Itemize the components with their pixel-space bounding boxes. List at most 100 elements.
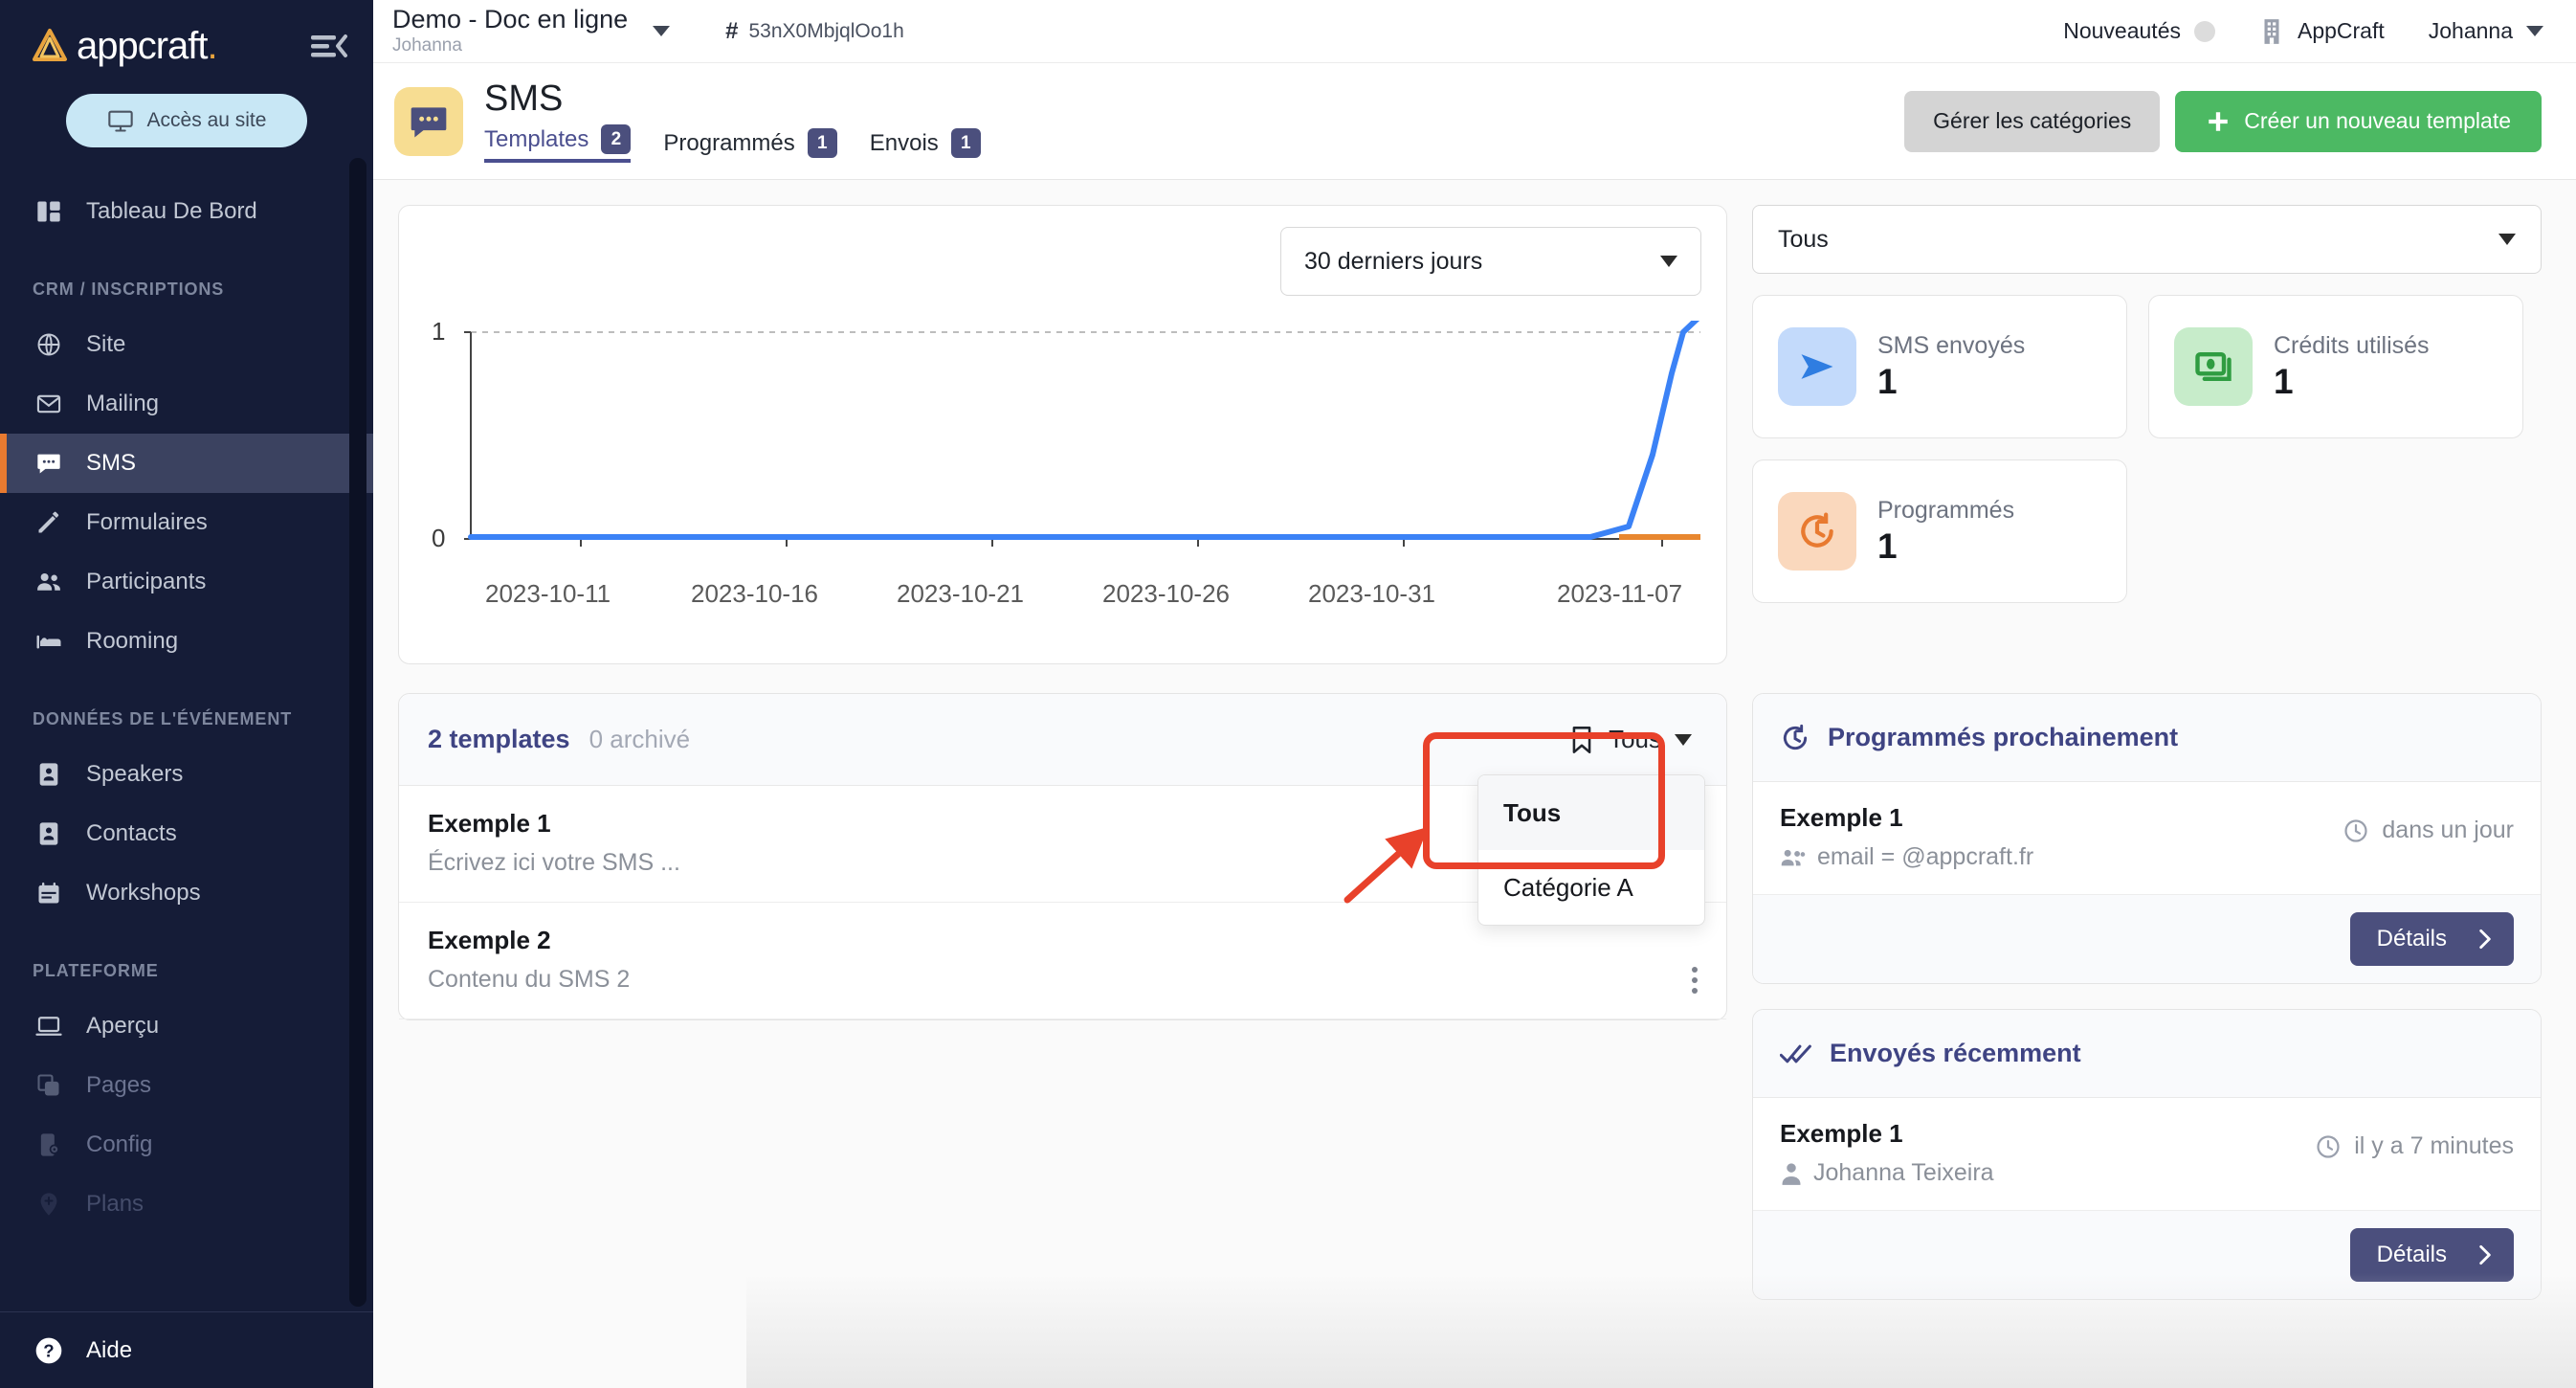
chevron-down-icon [2498,234,2516,245]
templates-category-filter[interactable]: Tous [1568,725,1698,754]
people-icon [1781,849,1806,865]
sidebar-item-workshops[interactable]: Workshops [0,863,373,923]
stat-value: 1 [1877,361,1898,401]
contact-card-icon [33,820,65,847]
building-icon [2264,18,2279,44]
sidebar-label: Formulaires [86,509,208,535]
sidebar-item-formulaires[interactable]: Formulaires [0,493,373,552]
scheduled-item-audience: email = @appcraft.fr [1780,843,2033,871]
chevron-down-icon [1675,733,1692,746]
details-label: Détails [2376,926,2447,951]
category-filter-select[interactable]: Tous [1752,205,2542,274]
tab-count-badge: 1 [807,128,837,159]
collapse-sidebar-icon[interactable] [310,33,348,59]
sent-panel-title: Envoyés récemment [1830,1039,2081,1067]
chevron-right-icon [2479,929,2491,950]
map-pin-icon [33,1191,65,1218]
sent-item-time: il y a 7 minutes [2315,1119,2514,1160]
sidebar-item-config[interactable]: Config [0,1115,373,1175]
topbar-right: Nouveautés AppCraft Johanna [2063,17,2543,46]
clock-icon [2344,818,2367,842]
category-dropdown-menu: Tous Catégorie A [1477,774,1705,926]
tab-envois[interactable]: Envois 1 [870,128,981,163]
x-tick-2: 2023-10-21 [897,579,1024,608]
sent-item-text: Exemple 1 Johanna Teixeira [1780,1119,1994,1187]
person-icon [1782,1162,1801,1185]
people-icon [33,568,65,596]
dropdown-option-categorie-a[interactable]: Catégorie A [1478,850,1704,925]
sidebar: appcraft. Accès au site Tableau De Bord … [0,0,373,1388]
topbar: Demo - Doc en ligne Johanna # 53nX0Mbjql… [373,0,2576,63]
template-more-options-icon[interactable] [1692,967,1698,994]
appcraft-triangle-icon [33,29,67,61]
sidebar-section-event-data: DONNÉES DE L'ÉVÉNEMENT [33,709,293,728]
scheduled-panel: Programmés prochainement Exemple 1 email… [1752,693,2542,984]
category-filter-value: Tous [1778,225,1829,253]
globe-icon [33,331,65,358]
x-tick-1: 2023-10-16 [691,579,818,608]
appcraft-logo[interactable]: appcraft. [29,25,218,67]
organization-button[interactable]: AppCraft [2259,17,2385,46]
event-id: # 53nX0MbjqlOo1h [725,18,904,45]
sidebar-item-speakers[interactable]: Speakers [0,745,373,804]
stat-text: Crédits utilisés 1 [2274,332,2430,402]
sidebar-label: SMS [86,450,137,476]
sidebar-item-tableau-de-bord[interactable]: Tableau De Bord [0,182,373,241]
sidebar-item-participants[interactable]: Participants [0,552,373,612]
stat-text: Programmés 1 [1877,497,2014,567]
tab-templates[interactable]: Templates 2 [484,124,632,164]
sidebar-label: Aide [86,1336,133,1363]
manage-categories-button[interactable]: Gérer les catégories [1904,90,2161,152]
scheduled-details-button[interactable]: Détails [2349,912,2514,966]
news-indicator-dot [2193,20,2215,42]
send-icon [1778,327,1856,406]
sidebar-item-aide[interactable]: ? Aide [0,1311,373,1388]
page-header-actions: Gérer les catégories Créer un nouveau te… [1904,90,2542,152]
sidebar-item-plans[interactable]: Plans [0,1175,373,1234]
sidebar-item-site[interactable]: Site [0,315,373,374]
create-template-button[interactable]: Créer un nouveau template [2175,90,2542,152]
event-selector[interactable]: Demo - Doc en ligne Johanna [392,5,671,56]
tab-label: Programmés [663,129,795,156]
sidebar-brand-row: appcraft. [0,0,373,67]
sent-item[interactable]: Exemple 1 Johanna Teixeira il y a 7 minu… [1753,1098,2541,1211]
date-range-select[interactable]: 30 derniers jours [1280,227,1701,296]
event-id-value: 53nX0MbjqlOo1h [748,19,904,42]
templates-card: 2 templates 0 archivé Tous Exemple 1 Écr [398,693,1727,1020]
scheduled-panel-footer: Détails [1753,895,2541,983]
sent-panel-header: Envoyés récemment [1753,1010,2541,1098]
sidebar-item-contacts[interactable]: Contacts [0,804,373,863]
sent-item-author: Johanna Teixeira [1780,1159,1994,1187]
stats-row: 30 derniers jours 1 0 2023-10-11 2023-10… [398,205,2542,664]
sidebar-item-sms[interactable]: SMS [0,434,373,493]
envelope-icon [33,391,65,417]
dropdown-option-tous[interactable]: Tous [1478,775,1704,850]
sent-details-button[interactable]: Détails [2349,1228,2514,1282]
sidebar-item-mailing[interactable]: Mailing [0,374,373,434]
stat-label: Programmés [1877,496,2015,524]
user-menu[interactable]: Johanna [2429,18,2543,44]
template-description: Contenu du SMS 2 [428,966,631,993]
sidebar-scrollbar[interactable] [349,158,366,1307]
x-tick-5: 2023-11-07 [1557,579,1683,608]
chart-card: 30 derniers jours 1 0 2023-10-11 2023-10… [398,205,1727,664]
news-button[interactable]: Nouveautés [2063,18,2215,44]
access-site-button[interactable]: Accès au site [66,94,307,147]
clock-icon [2317,1134,2340,1158]
sidebar-label: Contacts [86,820,177,846]
sidebar-label: Workshops [86,880,201,906]
sidebar-item-apercu[interactable]: Aperçu [0,996,373,1056]
sidebar-label: Config [86,1131,153,1157]
scheduled-item-time-text: dans un jour [2382,817,2514,843]
templates-filter-label: Tous [1609,725,1661,753]
tab-programmes[interactable]: Programmés 1 [663,128,837,163]
scheduled-item[interactable]: Exemple 1 email = @appcraft.fr dans un j… [1753,782,2541,895]
event-name: Demo - Doc en ligne [392,5,629,34]
lists-row: 2 templates 0 archivé Tous Exemple 1 Écr [398,693,2542,1300]
right-panels: Programmés prochainement Exemple 1 email… [1752,693,2542,1300]
page-title-block: SMS Templates 2 Programmés 1 Envois 1 [484,78,981,164]
sidebar-item-rooming[interactable]: Rooming [0,612,373,671]
dashboard-icon [33,198,65,225]
scheduled-panel-title: Programmés prochainement [1828,723,2179,751]
sidebar-item-pages[interactable]: Pages [0,1056,373,1115]
